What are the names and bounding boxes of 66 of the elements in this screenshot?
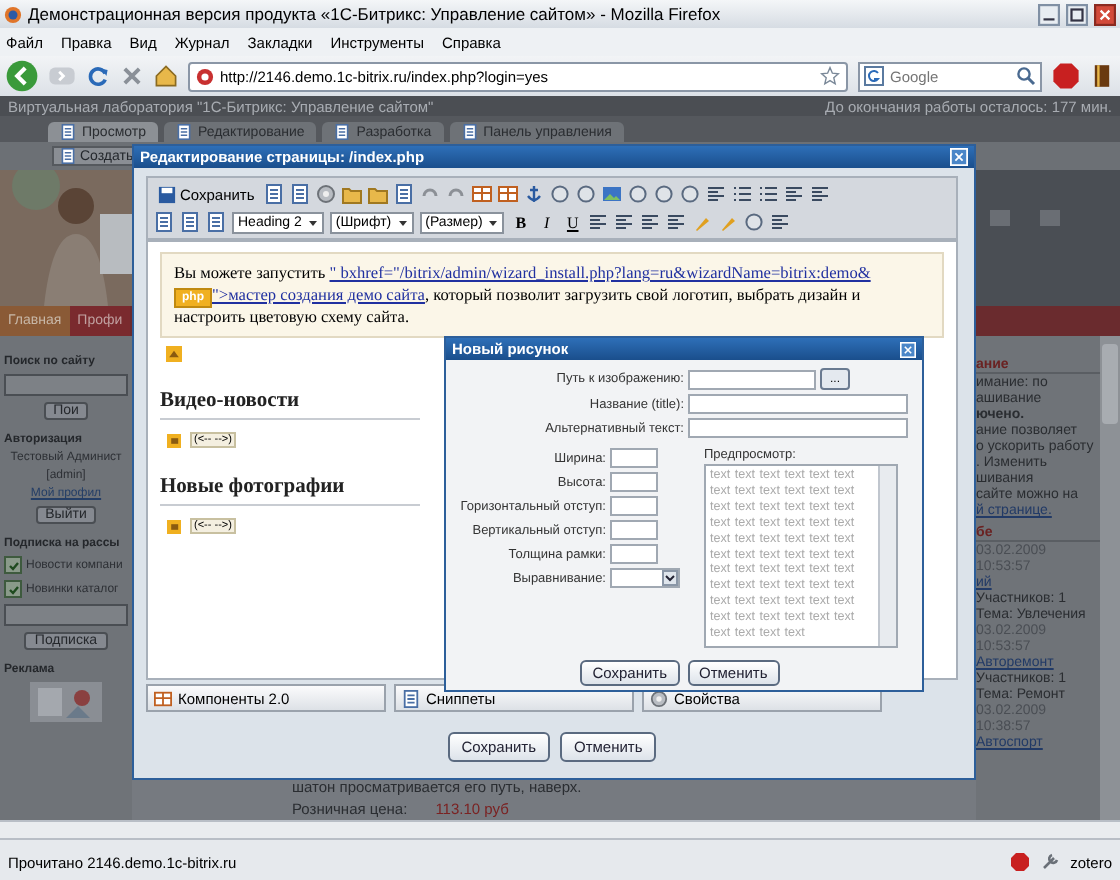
wizard-link[interactable]: " bxhref="/bitrix/admin/wizard_install.php?lang=ru&wizardName=bitrix:demo& (329, 264, 871, 282)
input-field[interactable] (610, 520, 658, 540)
wrench-icon[interactable] (1040, 852, 1061, 872)
minimize-icon[interactable] (1038, 3, 1060, 25)
horizontal-scrollbar[interactable] (0, 820, 1120, 838)
circle-icon[interactable] (744, 212, 765, 232)
input-field[interactable] (688, 418, 908, 438)
folder-icon[interactable] (342, 184, 363, 204)
circle-icon[interactable] (576, 184, 597, 204)
format-button[interactable]: U (562, 213, 583, 231)
table-icon[interactable] (472, 184, 493, 204)
home-icon[interactable] (154, 64, 178, 88)
maximize-icon[interactable] (1066, 3, 1088, 25)
site-icon (196, 67, 214, 85)
star-icon[interactable] (820, 66, 840, 86)
book-icon[interactable] (1090, 64, 1114, 88)
checkbox[interactable] (4, 580, 22, 598)
input-field[interactable] (4, 374, 128, 396)
image-icon[interactable] (602, 184, 623, 204)
gear-icon[interactable] (316, 184, 337, 204)
scrollbar[interactable] (1100, 336, 1120, 820)
reload-icon[interactable] (86, 64, 110, 88)
align-icon[interactable] (588, 212, 609, 232)
input-field[interactable] (610, 472, 658, 492)
anchor-icon[interactable] (524, 184, 545, 204)
input-field[interactable] (610, 448, 658, 468)
align-icon[interactable] (810, 184, 831, 204)
component-icon (160, 346, 188, 362)
circle-icon[interactable] (680, 184, 701, 204)
folder-icon[interactable] (368, 184, 389, 204)
align-icon[interactable] (640, 212, 661, 232)
close-icon[interactable] (1094, 3, 1116, 25)
circle-icon[interactable] (654, 184, 675, 204)
list-icon[interactable] (758, 184, 779, 204)
format-button[interactable]: I (536, 213, 557, 231)
align-icon[interactable] (706, 184, 727, 204)
section-heading: Видео-новости (160, 370, 420, 420)
search-icon[interactable] (1016, 66, 1036, 86)
circle-icon[interactable] (628, 184, 649, 204)
align-icon[interactable] (784, 184, 805, 204)
wizard-link[interactable]: ">мастер создания демо сайта (212, 286, 425, 304)
window-title: Демонстрационная версия продукта «1С-Битрикс: Управление сайтом» - Mozilla Firefox (28, 4, 723, 24)
caret-icon (307, 217, 318, 227)
caret-icon (488, 217, 499, 227)
input-field[interactable] (610, 544, 658, 564)
align-select[interactable] (610, 568, 680, 588)
input-field[interactable] (610, 496, 658, 516)
stop-sign-icon[interactable] (1010, 852, 1031, 872)
format-button[interactable]: B (510, 213, 531, 231)
table-icon[interactable] (498, 184, 519, 204)
input-field[interactable] (4, 604, 128, 626)
stop-icon[interactable] (120, 64, 144, 88)
circle-icon[interactable] (550, 184, 571, 204)
input-field[interactable] (688, 394, 908, 414)
align-icon[interactable] (614, 212, 635, 232)
section-heading: Новые фотографии (160, 456, 420, 506)
scrollbar[interactable] (878, 466, 896, 646)
checkbox[interactable] (4, 556, 22, 574)
caret-icon (397, 217, 408, 227)
back-icon[interactable] (6, 60, 38, 92)
align-icon[interactable] (770, 212, 791, 232)
align-icon[interactable] (666, 212, 687, 232)
list-icon[interactable] (732, 184, 753, 204)
input-field[interactable] (688, 369, 816, 389)
dropdown-icon (662, 570, 678, 586)
stop-sign-icon[interactable] (1052, 62, 1080, 90)
